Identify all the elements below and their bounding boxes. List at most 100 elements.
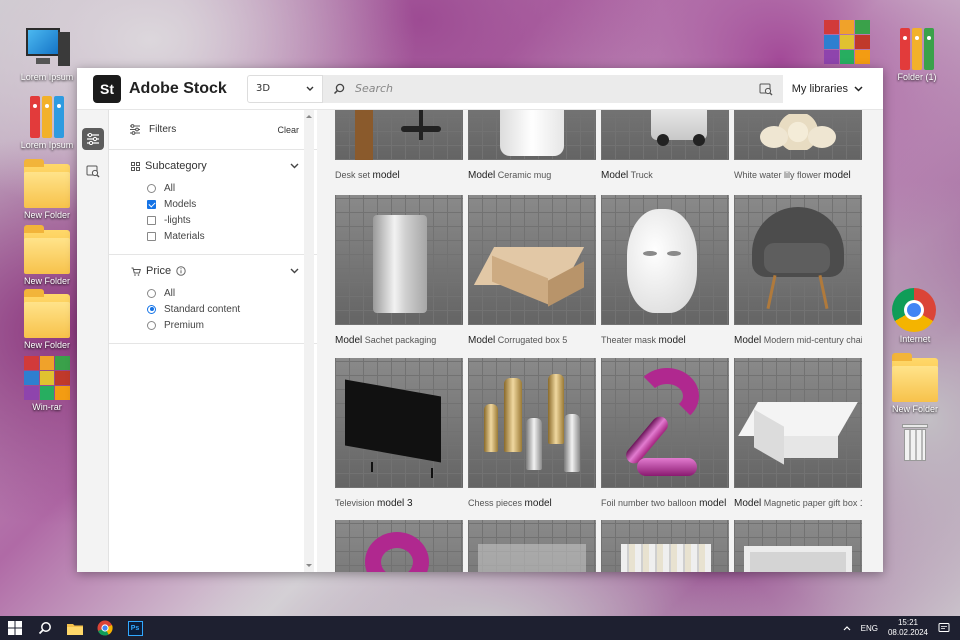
price-option-all[interactable]: All	[131, 285, 299, 301]
subcategory-option-models[interactable]: Models	[131, 196, 299, 212]
result-thumbnail[interactable]	[601, 358, 729, 488]
taskbar-search-button[interactable]	[30, 616, 60, 640]
result-card-chess-pieces[interactable]: Chess pieces model	[468, 358, 596, 509]
my-libraries-button[interactable]: My libraries	[792, 83, 863, 95]
result-card-theater-mask[interactable]: Theater mask model	[601, 195, 729, 346]
radio-button[interactable]	[147, 320, 156, 330]
visual-search-icon[interactable]	[759, 82, 773, 96]
result-thumbnail[interactable]	[601, 110, 729, 160]
scroll-up-arrow-icon	[306, 115, 312, 118]
result-card-row4-4[interactable]	[734, 520, 862, 572]
info-icon[interactable]	[176, 266, 186, 276]
sliders-icon	[130, 124, 140, 135]
checkbox[interactable]	[147, 231, 156, 241]
desktop-icon-recycle-bin[interactable]	[884, 420, 946, 466]
price-option-standard[interactable]: Standard content	[131, 301, 299, 317]
subcategory-section: Subcategory All Models -lights Materials	[109, 150, 317, 255]
checkbox-checked[interactable]	[147, 199, 156, 209]
result-thumbnail[interactable]	[734, 110, 862, 160]
result-thumbnail[interactable]	[335, 110, 463, 160]
folder-icon	[24, 159, 70, 208]
category-dropdown[interactable]: 3D	[247, 74, 323, 103]
search-input[interactable]: Search	[323, 74, 783, 103]
clock[interactable]: 15:21 08.02.2024	[888, 618, 928, 638]
desktop-icon-lorem-ipsum-1[interactable]: Lorem Ipsum	[16, 26, 78, 82]
result-card-mid-century-chair[interactable]: Model Modern mid-century chair	[734, 195, 862, 346]
result-card-foil-balloon-two[interactable]: Foil number two balloon model	[601, 358, 729, 509]
chrome-icon	[892, 288, 938, 332]
caption-bold: Model	[601, 170, 629, 181]
desktop-icon-new-folder-2[interactable]: New Folder	[16, 225, 78, 286]
desktop-icon-label: Folder (1)	[897, 72, 937, 82]
subcategory-header[interactable]: Subcategory	[131, 160, 299, 172]
caption-text: Sachet packaging	[364, 335, 437, 345]
option-label: All	[164, 182, 176, 194]
price-header[interactable]: Price	[131, 265, 299, 277]
radio-button[interactable]	[147, 288, 156, 298]
desktop-icon-win-rar[interactable]: Win-rar	[16, 356, 78, 412]
result-card-row4-2[interactable]	[468, 520, 596, 572]
result-thumbnail[interactable]	[734, 358, 862, 488]
notifications-icon[interactable]	[938, 622, 950, 634]
scroll-down-arrow-icon	[306, 564, 312, 567]
result-card-desk-set[interactable]: Desk set model	[335, 110, 463, 181]
result-thumbnail[interactable]	[468, 195, 596, 325]
result-thumbnail[interactable]	[601, 195, 729, 325]
caption-text: Truck	[630, 170, 653, 180]
radio-button[interactable]	[147, 183, 156, 193]
desktop-icon-label: New Folder	[891, 404, 938, 414]
result-card-truck[interactable]: Model Truck	[601, 110, 729, 181]
adobe-stock-logo[interactable]: St	[93, 74, 121, 103]
taskbar-photoshop[interactable]: Ps	[120, 616, 150, 640]
desktop-icon-lorem-ipsum-2[interactable]: Lorem Ipsum	[16, 94, 78, 150]
windows-start-button[interactable]	[0, 616, 30, 640]
result-thumbnail[interactable]	[601, 520, 729, 572]
chevron-up-icon[interactable]	[843, 625, 851, 631]
result-thumbnail[interactable]	[335, 520, 463, 572]
price-option-premium[interactable]: Premium	[131, 317, 299, 333]
result-thumbnail[interactable]	[335, 195, 463, 325]
desktop-icon-new-folder-1[interactable]: New Folder	[16, 159, 78, 220]
caption-bold: Model	[468, 170, 496, 181]
app-title[interactable]: Adobe Stock	[129, 80, 247, 98]
result-card-sachet-packaging[interactable]: Model Sachet packaging	[335, 195, 463, 346]
caption-bold: Model	[335, 335, 363, 346]
desktop-icon-folder-1[interactable]: Folder (1)	[886, 26, 948, 82]
result-thumbnail[interactable]	[468, 110, 596, 160]
desktop-icon-label: Internet	[899, 334, 931, 344]
result-card-ceramic-mug[interactable]: Model Ceramic mug	[468, 110, 596, 181]
checkbox[interactable]	[147, 215, 156, 225]
result-card-magnetic-gift-box[interactable]: Model Magnetic paper gift box 1	[734, 358, 862, 509]
clear-filters-button[interactable]: Clear	[277, 125, 299, 135]
result-thumbnail[interactable]	[468, 520, 596, 572]
caption-bold: Model	[468, 335, 496, 346]
subcategory-option-all[interactable]: All	[131, 180, 299, 196]
windows-logo-icon	[8, 621, 22, 635]
search-icon	[333, 83, 345, 94]
result-thumbnail[interactable]	[335, 358, 463, 488]
desktop-icon-new-folder-right[interactable]: New Folder	[884, 353, 946, 414]
binders-icon	[24, 94, 70, 138]
result-card-row4-1[interactable]	[335, 520, 463, 572]
result-thumbnail[interactable]	[734, 195, 862, 325]
taskbar-chrome[interactable]	[90, 616, 120, 640]
result-card-row4-3[interactable]	[601, 520, 729, 572]
filters-toggle-button[interactable]	[81, 128, 104, 150]
result-card-corrugated-box[interactable]: Model Corrugated box 5	[468, 195, 596, 346]
visual-search-rail-button[interactable]	[82, 160, 104, 182]
filters-scrollbar[interactable]	[304, 110, 314, 572]
taskbar-file-explorer[interactable]	[60, 616, 90, 640]
desktop-icon-win-rar-right[interactable]	[816, 20, 878, 66]
subcategory-option-materials[interactable]: Materials	[131, 228, 299, 244]
caption-bold: model	[658, 335, 686, 346]
desktop-icon-new-folder-3[interactable]: New Folder	[16, 289, 78, 350]
result-card-television[interactable]: Television model 3	[335, 358, 463, 509]
language-indicator[interactable]: ENG	[861, 624, 878, 633]
result-thumbnail[interactable]	[734, 520, 862, 572]
result-thumbnail[interactable]	[468, 358, 596, 488]
radio-button-selected[interactable]	[147, 304, 156, 314]
subcategory-option-lights[interactable]: -lights	[131, 212, 299, 228]
result-card-water-lily[interactable]: White water lily flower model	[734, 110, 862, 181]
desktop-icon-internet[interactable]: Internet	[884, 288, 946, 344]
option-label: Materials	[164, 230, 205, 242]
